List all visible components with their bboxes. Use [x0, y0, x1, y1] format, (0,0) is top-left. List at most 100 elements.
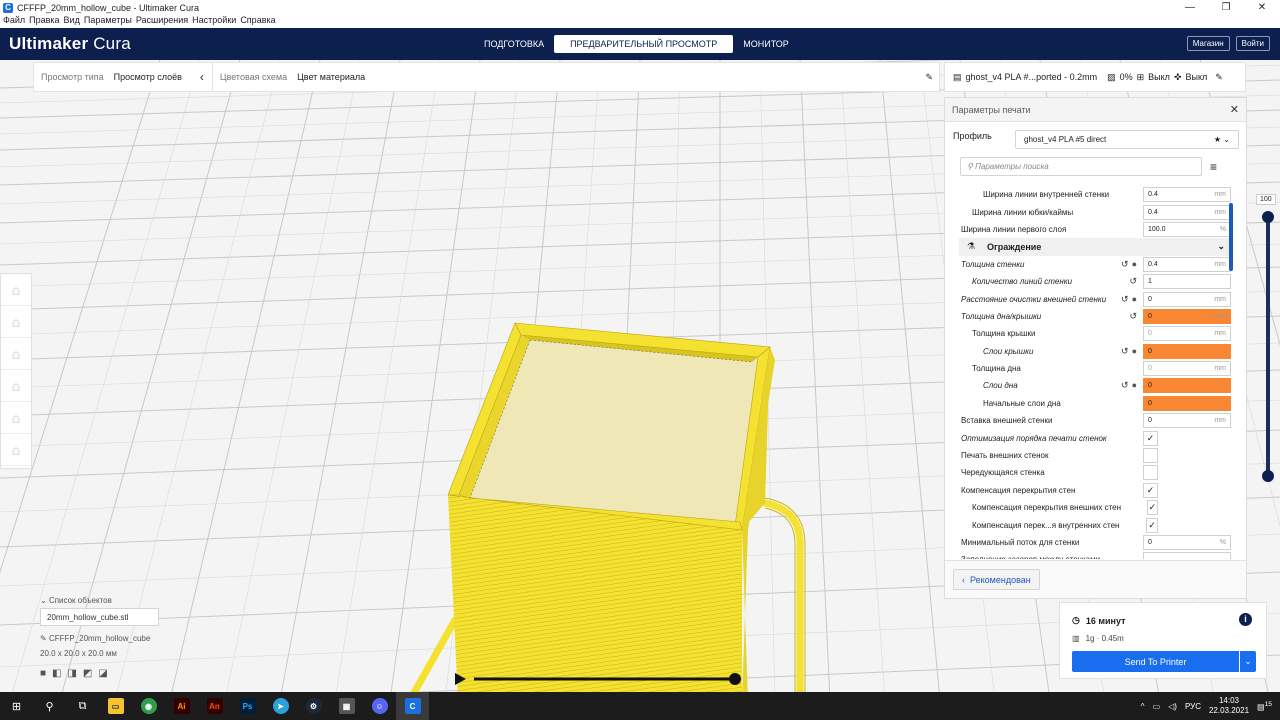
move-tool-icon[interactable]: ⌂ [1, 274, 31, 306]
menu-settings[interactable]: Параметры [84, 15, 132, 28]
clock[interactable]: 14:03 22.03.2021 [1209, 696, 1249, 716]
login-button[interactable]: Войти [1235, 36, 1270, 51]
print-info-card: ◷ 16 минут ▥ 1g · 0.45m i Send To Printer … [1059, 602, 1267, 679]
scale-tool-icon[interactable]: ⌂ [1, 306, 31, 338]
rotate-tool-icon[interactable]: ⌂ [1, 338, 31, 370]
close-window-button[interactable]: ✕ [1244, 0, 1280, 15]
pencil-icon[interactable]: ✎ [925, 72, 933, 83]
layer-max-number[interactable]: 100 [1256, 194, 1276, 205]
layer-slider[interactable]: 100 [1256, 194, 1276, 490]
setting-checkbox[interactable]: ✓ [1143, 482, 1158, 498]
setting-input[interactable]: 0 mm [1143, 291, 1231, 307]
notifications-icon[interactable]: ▤15 [1257, 701, 1272, 712]
setting-checkbox[interactable]: ✓ [1146, 517, 1158, 533]
setting-input[interactable]: 0.4 mm [1143, 187, 1231, 203]
reset-icon[interactable]: ↺ [1121, 259, 1129, 270]
send-to-printer-button[interactable]: Send To Printer [1072, 651, 1239, 672]
windows-start-icon[interactable]: ⊞ [0, 692, 33, 720]
menu-extensions[interactable]: Расширения [136, 15, 188, 28]
search-icon[interactable]: ⚲ [33, 692, 66, 720]
support-blocker-icon[interactable]: ⌂ [1, 434, 31, 466]
star-icon[interactable]: ★ ⌄ [1214, 135, 1230, 144]
tray-chevron-icon[interactable]: ^ [1141, 702, 1145, 711]
menu-help[interactable]: Справка [240, 15, 275, 28]
inherit-icon[interactable]: ● [1132, 380, 1137, 391]
settings-list[interactable]: Ширина линии внутренней стенки 0.4 mm Ширин… [959, 186, 1231, 559]
menu-edit[interactable]: Правка [29, 15, 59, 28]
camera-view-icons[interactable]: ■◧◨◩◪ [40, 668, 200, 679]
setting-input[interactable]: 0 mm [1143, 361, 1231, 377]
reset-icon[interactable]: ↺ [1129, 311, 1137, 322]
chevron-left-icon[interactable]: ‹ [200, 70, 204, 84]
discord-icon[interactable]: ☺ [363, 692, 396, 720]
color-scheme-select[interactable]: Цвет материала [297, 72, 365, 82]
setting-checkbox[interactable] [1143, 465, 1158, 481]
setting-input[interactable] [1143, 552, 1231, 559]
setting-input[interactable]: 0 mm [1143, 326, 1231, 342]
tab-monitor[interactable]: МОНИТОР [733, 35, 799, 53]
cura-taskbar-icon[interactable]: C [396, 692, 429, 720]
layer-slider-top-handle[interactable] [1262, 211, 1274, 223]
info-icon[interactable]: i [1239, 613, 1252, 626]
chevron-down-icon[interactable]: ⌄ [1240, 651, 1256, 672]
language-indicator[interactable]: РУС [1185, 702, 1201, 711]
tab-preview[interactable]: ПРЕДВАРИТЕЛЬНЫЙ ПРОСМОТР [554, 35, 734, 53]
setting-input[interactable]: 1 [1143, 274, 1231, 290]
object-list-toggle[interactable]: ⌄ Список объектов [40, 596, 200, 605]
inherit-icon[interactable]: ● [1132, 259, 1137, 270]
chevron-down-icon[interactable]: ⌄ [1217, 241, 1225, 252]
reset-icon[interactable]: ↺ [1121, 346, 1129, 357]
setting-input[interactable]: 100.0% [1143, 221, 1231, 237]
setting-checkbox[interactable]: ✓ [1143, 430, 1158, 446]
setting-input[interactable]: 0 mm [1143, 413, 1231, 429]
layer-slider-bottom-handle[interactable] [1262, 470, 1274, 482]
recommended-button[interactable]: ‹ Рекомендован [953, 569, 1040, 590]
settings-search-input[interactable]: ⚲ Параметры поиска [960, 157, 1202, 176]
settings-scrollbar[interactable] [1229, 203, 1233, 271]
menu-icon[interactable]: ≡ [1210, 160, 1217, 174]
settings-category[interactable]: Ограждение ⚗ ⌄ [959, 238, 1231, 256]
animate-icon[interactable]: An [198, 692, 231, 720]
setting-label: Чередующаяся стенка [961, 468, 1045, 478]
calculator-icon[interactable]: ▦ [330, 692, 363, 720]
illustrator-icon[interactable]: Ai [165, 692, 198, 720]
marketplace-button[interactable]: Магазин [1186, 36, 1230, 51]
telegram-icon[interactable]: ➤ [264, 692, 297, 720]
project-name[interactable]: ✎ CFFFP_20mm_hollow_cube [40, 634, 200, 643]
view-type-select[interactable]: Просмотр слоёв [114, 72, 182, 82]
setting-input[interactable]: 0 mm [1143, 308, 1231, 324]
chrome-icon[interactable]: ◉ [132, 692, 165, 720]
per-model-settings-icon[interactable]: ⌂ [1, 402, 31, 434]
tab-prepare[interactable]: ПОДГОТОВКА [474, 35, 554, 53]
mirror-tool-icon[interactable]: ⌂ [1, 370, 31, 402]
minimize-button[interactable]: — [1172, 0, 1208, 15]
reset-icon[interactable]: ↺ [1121, 380, 1129, 391]
reset-icon[interactable]: ↺ [1129, 276, 1137, 287]
inherit-icon[interactable]: ● [1132, 346, 1137, 357]
volume-icon[interactable]: ◁) [1168, 702, 1177, 711]
setting-checkbox[interactable]: ✓ [1146, 500, 1158, 516]
object-file-item[interactable]: 20mm_hollow_cube.stl [40, 608, 159, 626]
reset-icon[interactable]: ↺ [1121, 294, 1129, 305]
menu-view[interactable]: Вид [64, 15, 80, 28]
setting-input[interactable]: 0 [1143, 378, 1231, 394]
photoshop-icon[interactable]: Ps [231, 692, 264, 720]
maximize-button[interactable]: ❐ [1208, 0, 1244, 15]
steam-icon[interactable]: ⚙ [297, 692, 330, 720]
menu-file[interactable]: Файл [3, 15, 25, 28]
task-view-icon[interactable]: ⧉ [66, 692, 99, 720]
setting-input[interactable]: 0% [1143, 535, 1231, 550]
setting-input[interactable]: 0 [1143, 343, 1231, 359]
network-icon[interactable]: ▭ [1153, 702, 1161, 711]
setting-input[interactable]: 0.4 mm [1143, 256, 1231, 272]
setting-checkbox[interactable] [1143, 448, 1158, 464]
close-icon[interactable]: ✕ [1230, 103, 1239, 116]
setting-input[interactable]: 0.4 mm [1143, 204, 1231, 220]
print-settings-summary[interactable]: ▤ ghost_v4 PLA #...ported - 0.2mm ▨ 0% ⊞… [944, 62, 1246, 92]
layer-slider-track[interactable] [1266, 215, 1270, 480]
menu-preferences[interactable]: Настройки [192, 15, 236, 28]
setting-input[interactable]: 0 [1143, 395, 1231, 411]
inherit-icon[interactable]: ● [1132, 294, 1137, 305]
file-explorer-icon[interactable]: ▭ [99, 692, 132, 720]
profile-select[interactable]: ghost_v4 PLA #5 direct ★ ⌄ [1015, 130, 1239, 149]
